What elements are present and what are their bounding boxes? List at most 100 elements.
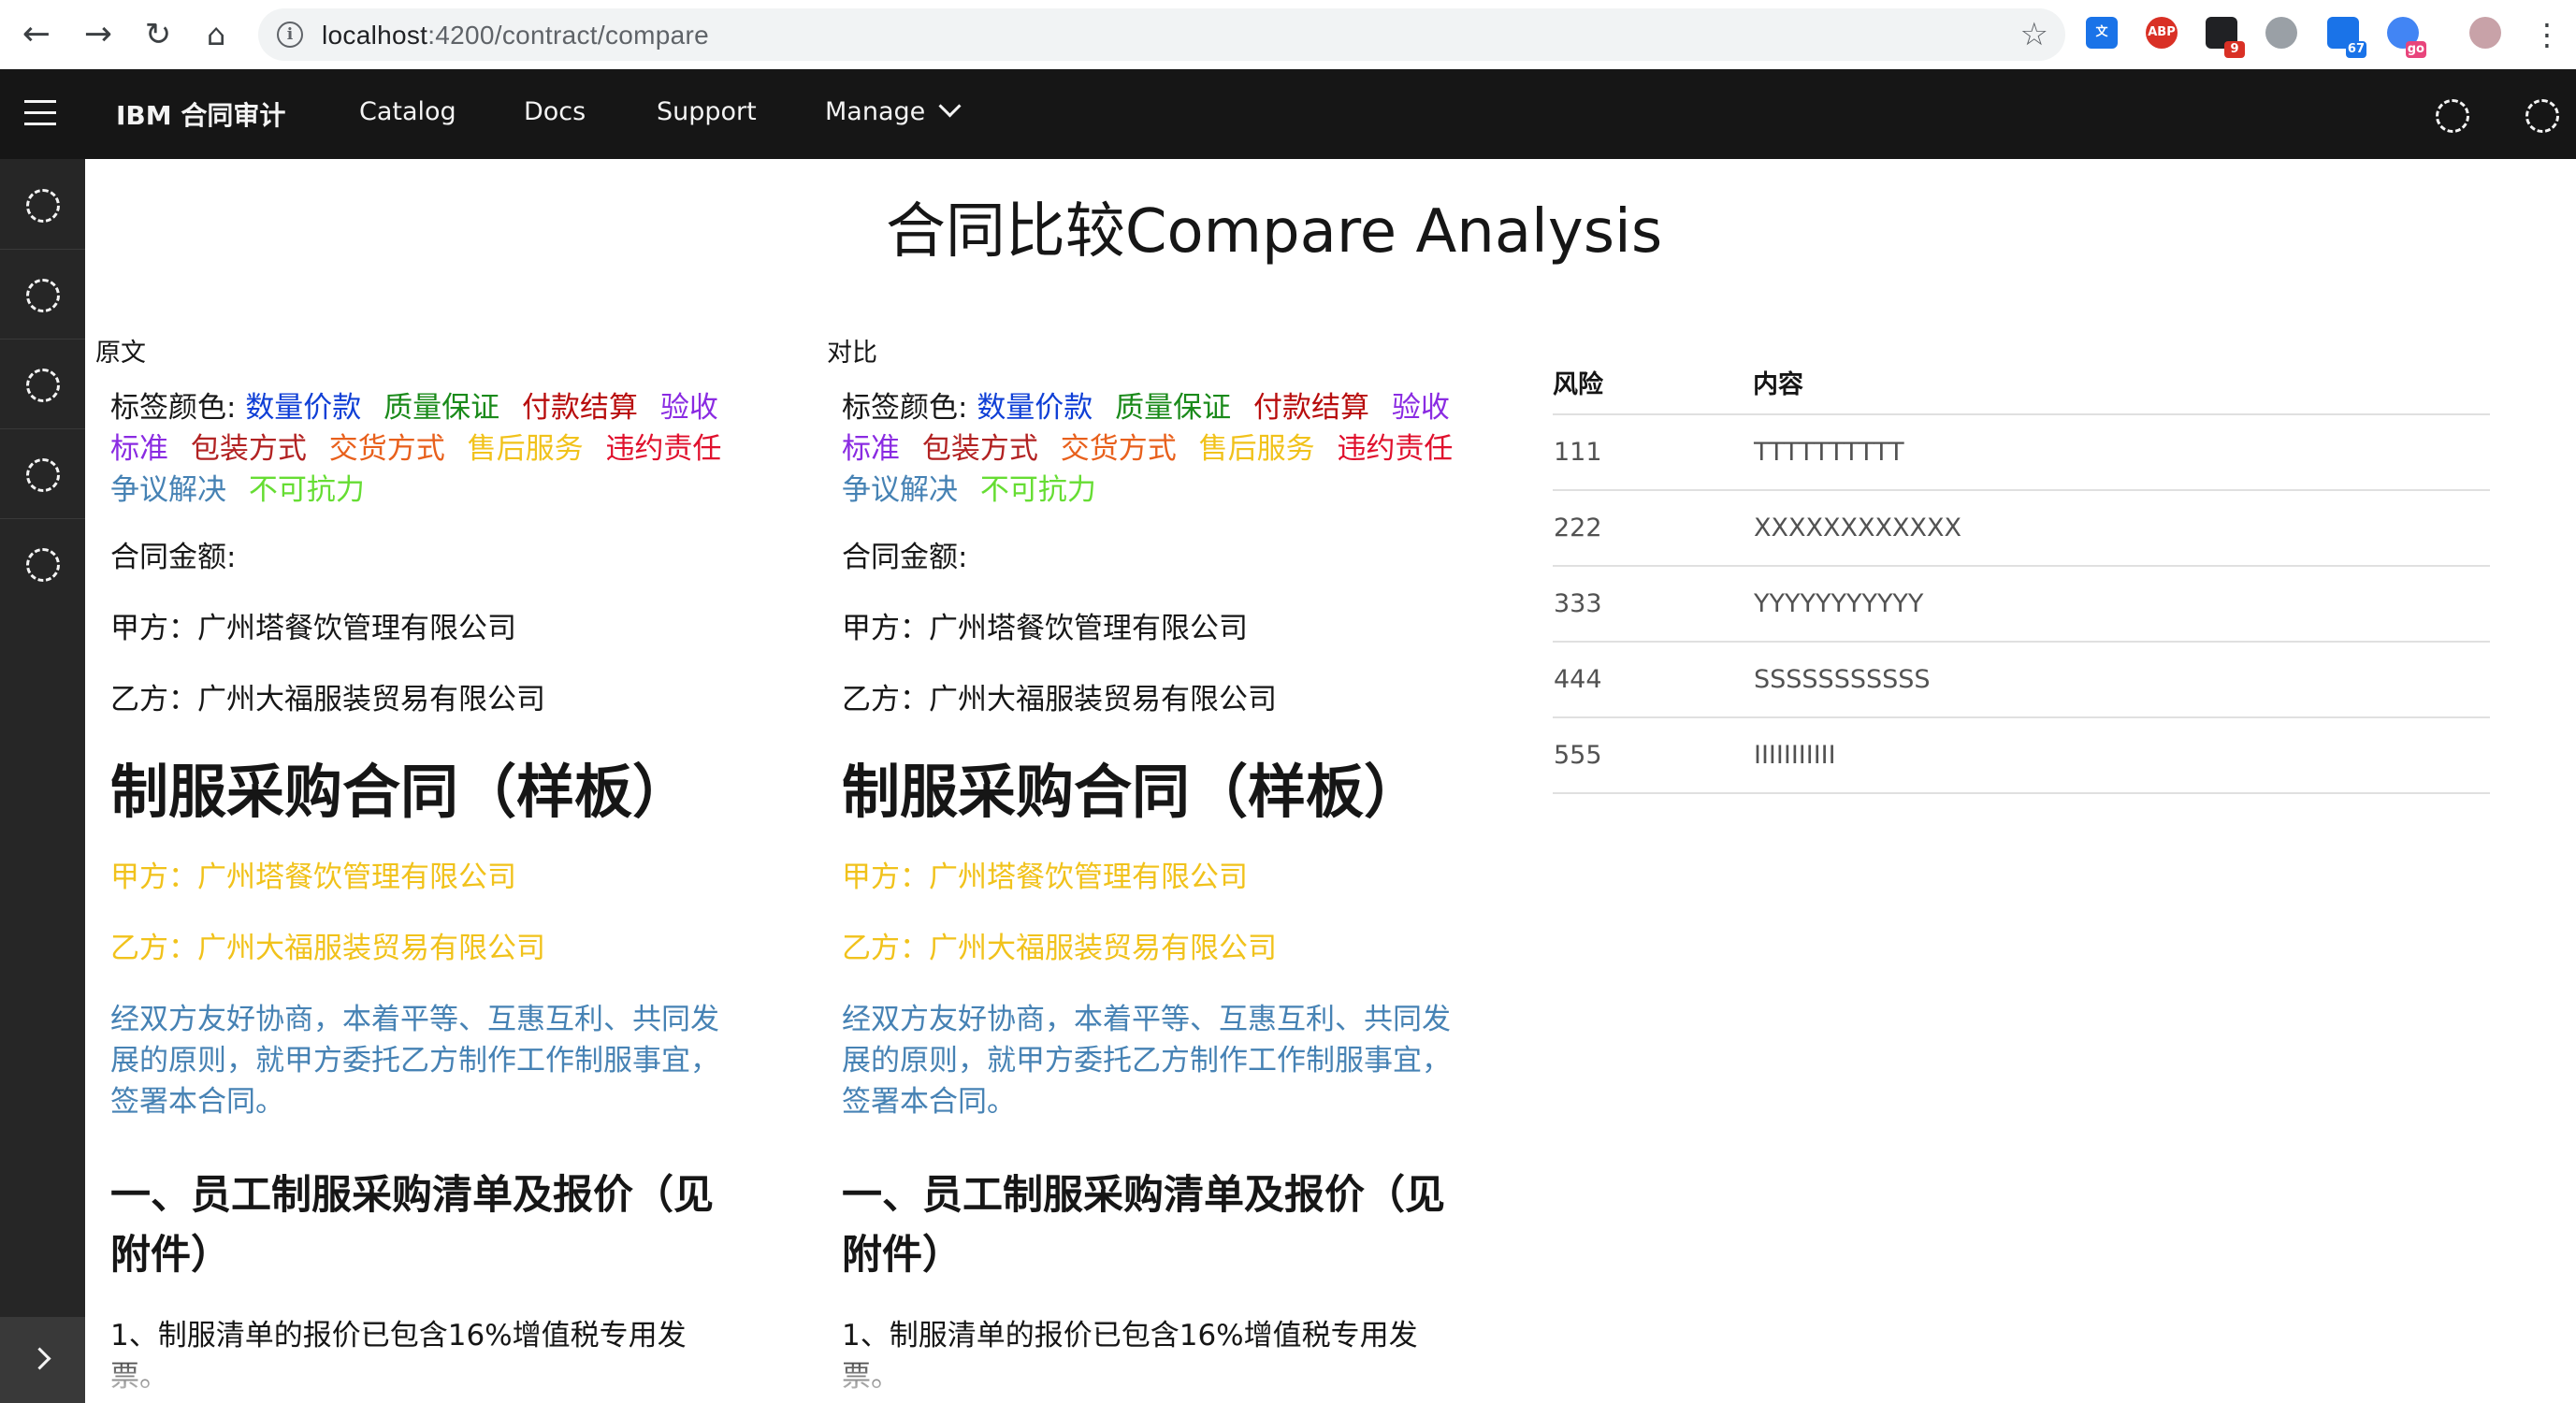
- tag-force-majeure: 不可抗力: [248, 473, 365, 507]
- adblock-label: ABP: [2148, 25, 2176, 39]
- contract-title: 制服采购合同（样板）: [842, 758, 1423, 826]
- loading-spinner-icon: [26, 189, 60, 223]
- loading-spinner-icon[interactable]: [2525, 99, 2559, 133]
- tag-quality: 质量保证: [1115, 391, 1232, 425]
- contract-title: 制服采购合同（样板）: [110, 758, 691, 826]
- rail-item[interactable]: [0, 159, 85, 250]
- content-cell: SSSSSSSSSSS: [1753, 642, 2490, 718]
- tag-delivery: 交货方式: [1060, 432, 1177, 466]
- risk-cell: 222: [1553, 490, 1753, 567]
- intro-paragraph: 经双方友好协商，本着平等、互惠互利、共同发展的原则，就甲方委托乙方制作工作制服事…: [110, 1003, 719, 1119]
- page-title: 合同比较Compare Analysis: [885, 197, 1663, 267]
- chevron-right-icon: [28, 1347, 51, 1370]
- original-column: 原文 标签颜色: 数量价款 质量保证 付款结算 验收标准 包装方式 交货方式 售…: [86, 332, 750, 1397]
- adblock-extension-icon[interactable]: ABP: [2146, 17, 2178, 49]
- rail-item[interactable]: [0, 518, 85, 608]
- browser-toolbar: ← → ↻ ⌂ i localhost:4200/contract/compar…: [0, 0, 2576, 70]
- go-extension-icon[interactable]: go: [2387, 17, 2426, 58]
- tag-quantity-price: 数量价款: [977, 391, 1093, 425]
- tag-quantity-price: 数量价款: [245, 391, 362, 425]
- tag-dispute: 争议解决: [110, 473, 226, 507]
- loading-spinner-icon[interactable]: [2436, 99, 2469, 133]
- table-row[interactable]: 444 SSSSSSSSSSS: [1553, 642, 2490, 718]
- risk-cell: 333: [1553, 566, 1753, 643]
- party-a-tagged: 甲方：广州塔餐饮管理有限公司: [842, 861, 1248, 894]
- tag-after-sales: 售后服务: [1198, 432, 1315, 466]
- party-b: 乙方：广州大福服装贸易有限公司: [842, 683, 1277, 716]
- extension-badge: 9: [2224, 41, 2245, 58]
- bookmark-star-icon[interactable]: ☆: [2020, 16, 2048, 53]
- party-a-tagged: 甲方：广州塔餐饮管理有限公司: [110, 861, 516, 894]
- expand-rail-button[interactable]: [0, 1317, 85, 1403]
- rail-item[interactable]: [0, 428, 85, 519]
- tag-legend: 标签颜色: 数量价款 质量保证 付款结算 验收标准 包装方式 交货方式 售后服务…: [110, 387, 741, 511]
- table-row[interactable]: 555 IIIIIIIIIII: [1553, 717, 2490, 794]
- translate-extension-icon[interactable]: 文: [2086, 17, 2118, 49]
- compare-column: 对比 标签颜色: 数量价款 质量保证 付款结算 验收标准 包装方式 交货方式 售…: [818, 332, 1482, 1397]
- calendar-extension-icon[interactable]: 67: [2327, 17, 2366, 58]
- intro-paragraph: 经双方友好协商，本着平等、互惠互利、共同发展的原则，就甲方委托乙方制作工作制服事…: [842, 1003, 1451, 1119]
- tag-payment: 付款结算: [1253, 391, 1370, 425]
- contract-amount: 合同金额:: [842, 541, 968, 574]
- calendar-extension-badge: 67: [2345, 41, 2366, 58]
- tag-payment: 付款结算: [522, 391, 639, 425]
- tag-packaging: 包装方式: [190, 432, 307, 466]
- tag-legend: 标签颜色: 数量价款 质量保证 付款结算 验收标准 包装方式 交货方式 售后服务…: [842, 387, 1472, 511]
- circle-extension-icon[interactable]: [2265, 17, 2297, 49]
- section-heading: 一、员工制服采购清单及报价（见附件）: [110, 1172, 714, 1279]
- legend-label: 标签颜色:: [110, 391, 237, 425]
- profile-avatar[interactable]: [2469, 17, 2501, 49]
- nav-manage-label: Manage: [825, 97, 926, 126]
- go-extension-badge: go: [2405, 41, 2426, 58]
- url-text[interactable]: localhost:4200/contract/compare: [322, 21, 709, 51]
- content-cell: TTTTTTTTTT: [1753, 414, 2490, 491]
- info-icon[interactable]: i: [277, 22, 303, 48]
- rail-item[interactable]: [0, 249, 85, 340]
- party-a: 甲方：广州塔餐饮管理有限公司: [110, 612, 516, 645]
- table-row[interactable]: 333 YYYYYYYYYYY: [1553, 566, 2490, 643]
- nav-manage[interactable]: Manage: [825, 94, 962, 126]
- party-a: 甲方：广州塔餐饮管理有限公司: [842, 612, 1248, 645]
- content-cell: YYYYYYYYYYY: [1753, 566, 2490, 643]
- tag-packaging: 包装方式: [921, 432, 1038, 466]
- tag-breach: 违约责任: [605, 432, 722, 466]
- risk-cell: 555: [1553, 717, 1753, 794]
- nav-support[interactable]: Support: [657, 97, 757, 126]
- clause-item: 1、制服清单的报价已包含16%增值税专用发票。: [842, 1319, 1418, 1394]
- hamburger-menu-icon[interactable]: [24, 100, 56, 128]
- url-host: localhost: [322, 21, 428, 50]
- table-row[interactable]: 111 TTTTTTTTTT: [1553, 414, 2490, 491]
- extension-icon[interactable]: 9: [2206, 17, 2245, 58]
- clause-item: 1、制服清单的报价已包含16%增值税专用发票。: [110, 1319, 687, 1394]
- tag-after-sales: 售后服务: [467, 432, 584, 466]
- section-heading: 一、员工制服采购清单及报价（见附件）: [842, 1172, 1445, 1279]
- table-header-row: 风险 内容: [1553, 354, 2490, 415]
- home-icon[interactable]: ⌂: [195, 13, 238, 56]
- nav-docs[interactable]: Docs: [524, 97, 586, 126]
- legend-label: 标签颜色:: [842, 391, 968, 425]
- rail-item[interactable]: [0, 339, 85, 429]
- address-bar[interactable]: i localhost:4200/contract/compare ☆: [258, 8, 2065, 61]
- risk-cell: 444: [1553, 642, 1753, 718]
- content-cell: IIIIIIIIIII: [1753, 717, 2490, 794]
- tag-breach: 违约责任: [1337, 432, 1454, 466]
- loading-spinner-icon: [26, 458, 60, 492]
- reload-icon[interactable]: ↻: [137, 13, 180, 56]
- column-heading: 原文: [95, 339, 146, 368]
- brand-name[interactable]: IBM 合同审计: [116, 95, 285, 133]
- table-row[interactable]: 222 XXXXXXXXXXXX: [1553, 490, 2490, 567]
- side-rail: [0, 159, 85, 1403]
- url-path: :4200/contract/compare: [427, 21, 709, 50]
- column-heading: 对比: [827, 339, 877, 368]
- content-cell: XXXXXXXXXXXX: [1753, 490, 2490, 567]
- column-header-risk: 风险: [1553, 354, 1753, 415]
- party-b-tagged: 乙方：广州大福服装贸易有限公司: [110, 932, 545, 965]
- back-arrow-icon[interactable]: ←: [15, 13, 58, 56]
- loading-spinner-icon: [26, 369, 60, 402]
- nav-catalog[interactable]: Catalog: [359, 97, 456, 126]
- kebab-menu-icon[interactable]: ⋮: [2525, 13, 2569, 56]
- forward-arrow-icon[interactable]: →: [77, 13, 120, 56]
- party-b-tagged: 乙方：广州大福服装贸易有限公司: [842, 932, 1277, 965]
- tag-dispute: 争议解决: [842, 473, 958, 507]
- chevron-down-icon: [938, 94, 962, 118]
